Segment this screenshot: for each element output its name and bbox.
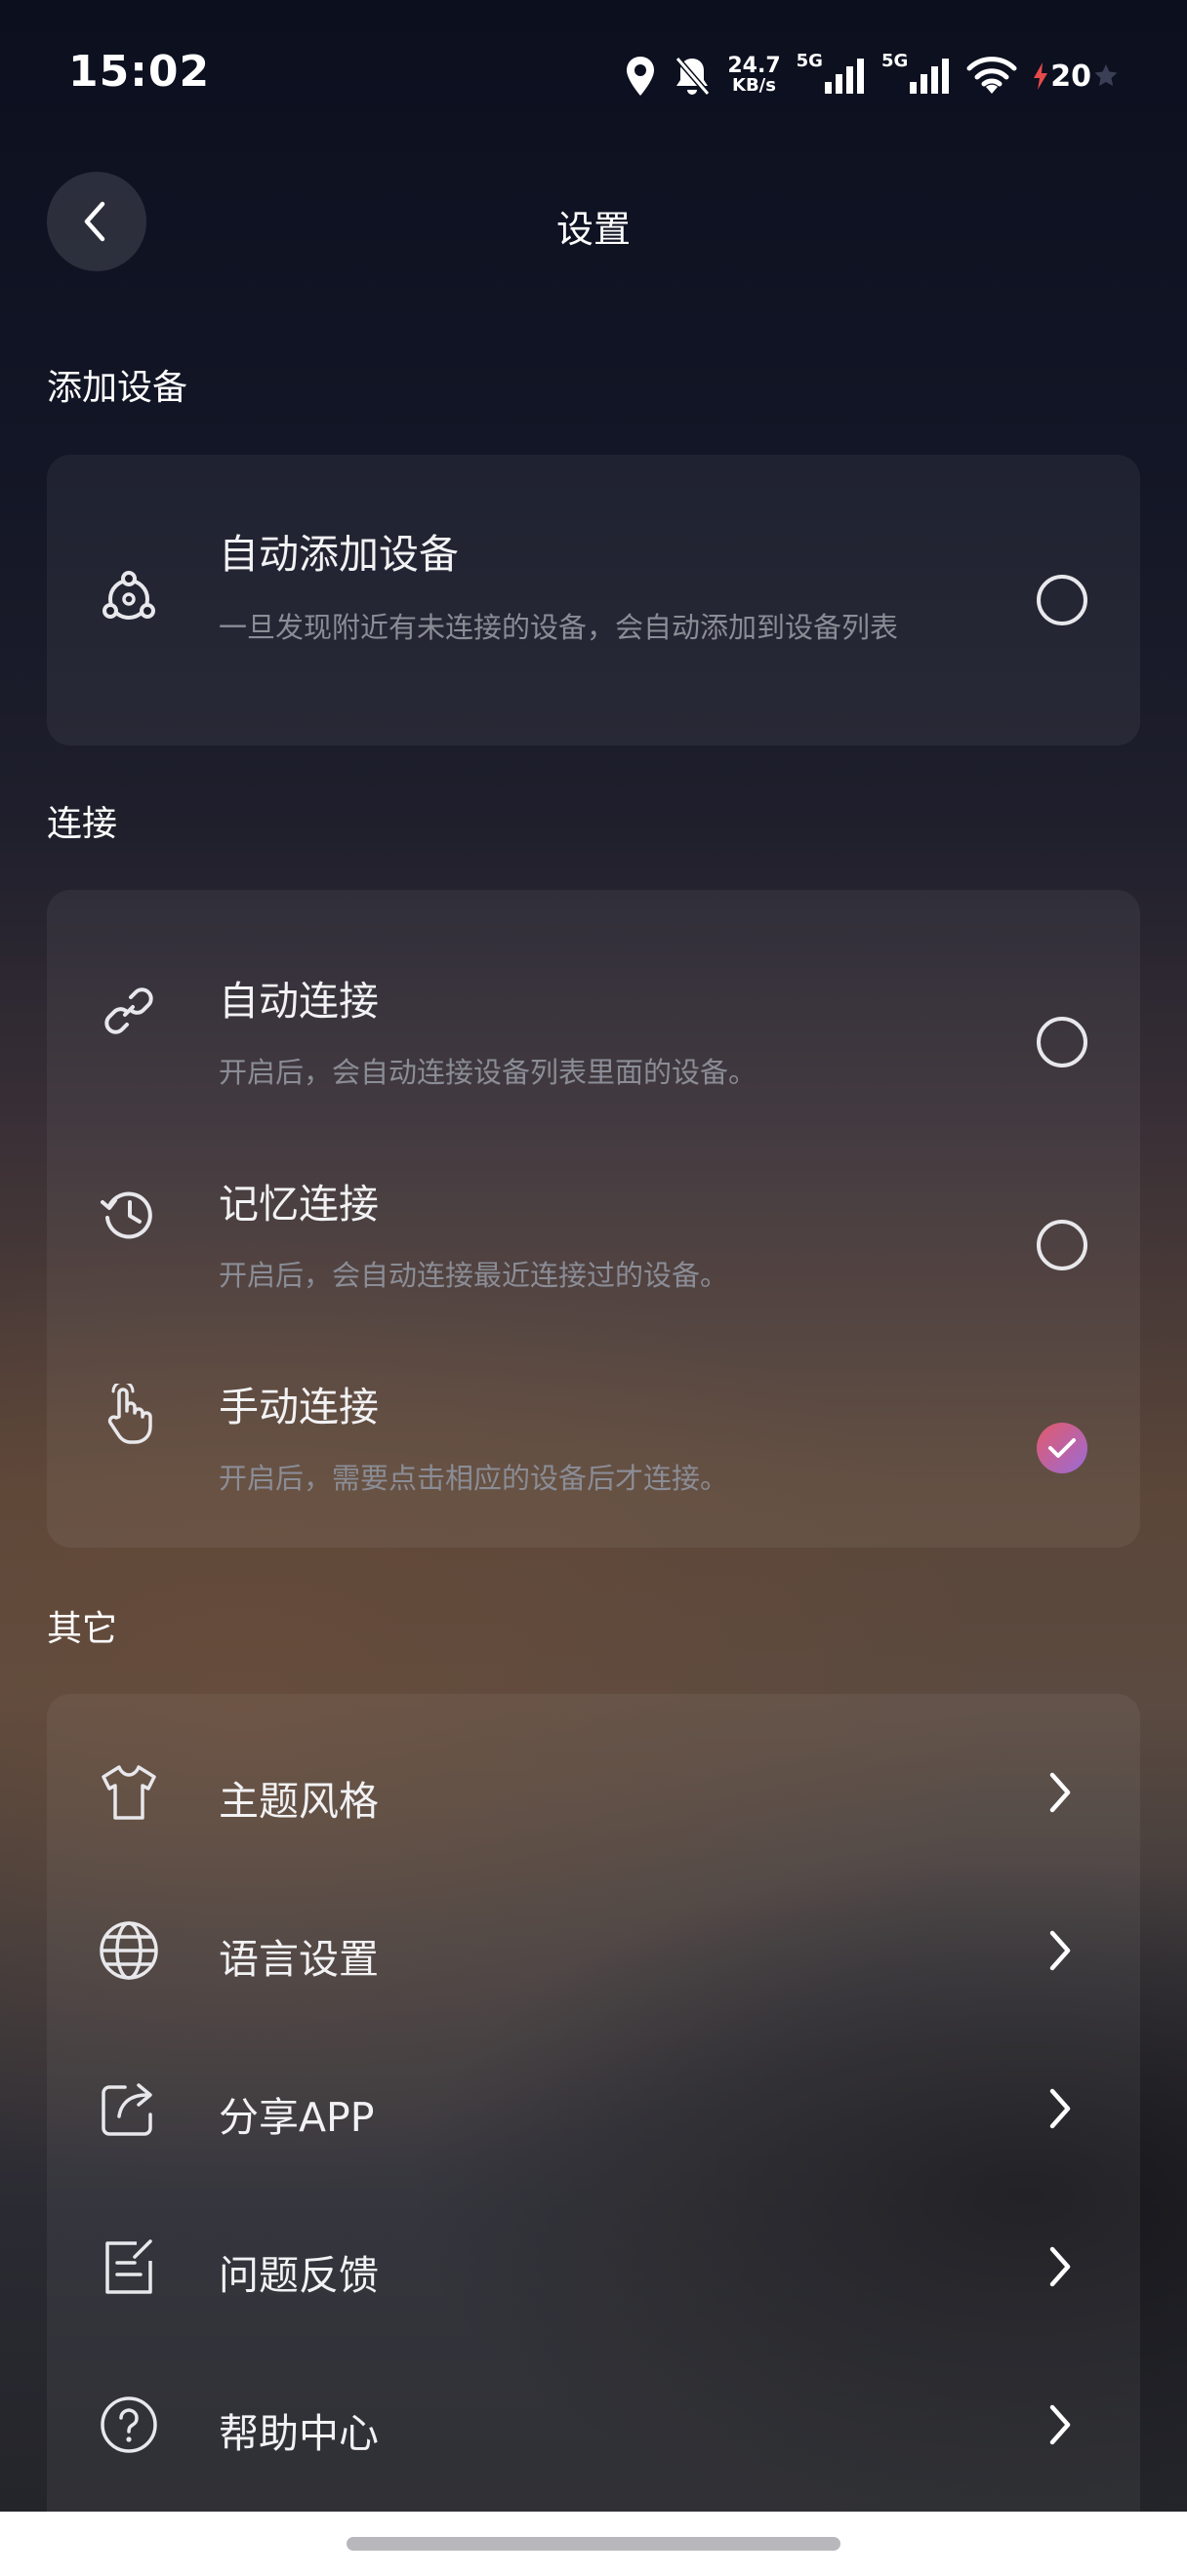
chevron-right-icon: [1049, 2088, 1071, 2129]
auto-add-device-icon: [102, 571, 155, 620]
card-other: 主题风格 语言设置 分享APP 问题反馈 帮助中心: [47, 1694, 1140, 2512]
setting-row-auto-connect[interactable]: 自动连接 开启后，会自动连接设备列表里面的设备。: [47, 909, 1140, 1112]
menu-item-theme[interactable]: 主题风格: [47, 1713, 1140, 1872]
menu-item-label: 分享APP: [219, 2094, 375, 2141]
sim2-network-type: 5G: [880, 50, 909, 71]
card-add-device: 自动添加设备 一旦发现附近有未连接的设备，会自动添加到设备列表: [47, 455, 1140, 745]
menu-item-label: 问题反馈: [219, 2252, 379, 2299]
battery-level: 20: [1050, 59, 1091, 94]
history-icon: [101, 1191, 152, 1239]
home-indicator[interactable]: [347, 2537, 840, 2551]
signal-sim2-icon: [910, 59, 950, 94]
section-label-connect: 连接: [47, 804, 118, 844]
globe-icon: [100, 1921, 158, 1980]
chevron-right-icon: [1049, 1930, 1071, 1971]
menu-item-label: 语言设置: [219, 1936, 379, 1983]
setting-title: 自动连接: [219, 978, 379, 1025]
signal-sim1-icon: [824, 59, 864, 94]
chevron-right-icon: [1049, 1772, 1071, 1813]
status-icons: 24.7 KB/s 5G 5G 20: [624, 49, 1119, 103]
section-label-other: 其它: [47, 1609, 118, 1649]
network-speed-value: 24.7: [727, 54, 781, 78]
chevron-right-icon: [1049, 2246, 1071, 2287]
help-icon: [101, 2396, 157, 2453]
battery-star-icon: [1094, 64, 1118, 86]
status-bar: 15:02 24.7 KB/s 5G 5G 20: [0, 0, 1187, 146]
sim1-network-type: 5G: [796, 50, 823, 71]
battery-indicator: 20: [1033, 60, 1119, 94]
radio-memory-connect[interactable]: [1037, 1220, 1087, 1270]
setting-subtitle: 一旦发现附近有未连接的设备，会自动添加到设备列表: [219, 611, 899, 644]
menu-item-language[interactable]: 语言设置: [47, 1872, 1140, 2030]
setting-subtitle: 开启后，会自动连接设备列表里面的设备。: [219, 1056, 757, 1089]
setting-row-manual-connect[interactable]: 手动连接 开启后，需要点击相应的设备后才连接。: [47, 1315, 1140, 1518]
charging-bolt-icon: [1034, 62, 1048, 90]
feedback-icon: [105, 2239, 152, 2294]
setting-row-auto-add-device[interactable]: 自动添加设备 一旦发现附近有未连接的设备，会自动添加到设备列表: [47, 455, 1140, 745]
radio-auto-connect[interactable]: [1037, 1017, 1087, 1067]
setting-row-memory-connect[interactable]: 记忆连接 开启后，会自动连接最近连接过的设备。: [47, 1112, 1140, 1315]
wifi-icon: [966, 57, 1017, 94]
menu-item-share-app[interactable]: 分享APP: [47, 2030, 1140, 2188]
menu-item-help-center[interactable]: 帮助中心: [47, 2346, 1140, 2504]
section-label-add-device: 添加设备: [47, 368, 188, 408]
link-icon: [104, 987, 153, 1034]
menu-item-label: 主题风格: [219, 1778, 379, 1825]
radio-auto-add-device[interactable]: [1037, 575, 1087, 625]
page-title: 设置: [555, 208, 631, 251]
setting-title: 自动添加设备: [219, 531, 459, 578]
radio-manual-connect-checked[interactable]: [1037, 1423, 1087, 1473]
bell-muted-icon: [675, 57, 711, 96]
setting-subtitle: 开启后，需要点击相应的设备后才连接。: [219, 1462, 729, 1495]
menu-item-label: 帮助中心: [219, 2410, 379, 2457]
checkmark-icon: [1048, 1438, 1076, 1458]
tshirt-icon: [102, 1765, 156, 1820]
network-speed-unit: KB/s: [732, 75, 776, 96]
hand-tap-icon: [107, 1384, 152, 1444]
network-speed: 24.7 KB/s: [727, 54, 781, 96]
location-icon: [627, 57, 655, 96]
chevron-right-icon: [1049, 2404, 1071, 2445]
menu-item-feedback[interactable]: 问题反馈: [47, 2188, 1140, 2346]
share-icon: [102, 2083, 152, 2136]
card-connect: 自动连接 开启后，会自动连接设备列表里面的设备。 记忆连接 开启后，会自动连接最…: [47, 890, 1140, 1548]
setting-title: 手动连接: [219, 1384, 379, 1430]
setting-subtitle: 开启后，会自动连接最近连接过的设备。: [219, 1259, 729, 1292]
status-time: 15:02: [68, 47, 211, 97]
setting-title: 记忆连接: [219, 1181, 379, 1228]
